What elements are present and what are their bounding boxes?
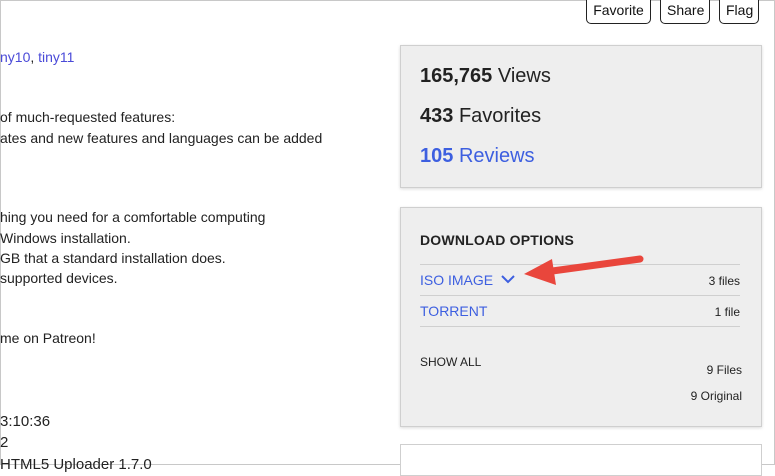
topic-links: ny10, tiny11 [0,49,74,65]
share-button[interactable]: Share [660,0,710,24]
topic-link[interactable]: tiny11 [38,49,74,65]
description-line: Windows installation. [0,230,131,246]
views-label: Views [497,65,551,87]
total-files-count: 9 Files [706,363,742,377]
iso-image-link[interactable]: ISO IMAGE [420,272,516,288]
description-line: ates and new features and languages can … [0,130,323,146]
file-count: 3 files [708,274,740,288]
next-panel-edge [400,444,762,476]
description-line: GB that a standard installation does. [0,250,226,266]
description-line: hing you need for a comfortable computin… [0,209,266,225]
download-row-iso[interactable]: ISO IMAGE 3 files [420,264,740,295]
reviews-link[interactable]: 105 Reviews [420,145,535,168]
topic-link-separator: , [30,49,39,65]
show-all-link[interactable]: SHOW ALL [420,355,481,369]
file-count: 1 file [714,305,740,319]
chevron-down-icon[interactable] [500,273,516,285]
original-files-count: 9 Original [690,389,742,403]
views-stat: 165,765 Views [420,65,551,88]
stats-panel: 165,765 Views 433 Favorites 105 Reviews [400,45,762,188]
favorites-label: Favorites [458,105,542,127]
download-options-panel: DOWNLOAD OPTIONS ISO IMAGE 3 files TORRE… [400,207,762,427]
metadata-value: 2 [0,434,9,451]
download-options-title: DOWNLOAD OPTIONS [420,232,575,248]
favorites-stat: 433 Favorites [420,105,541,128]
description-line: of much-requested features: [0,109,176,125]
flag-button[interactable]: Flag [719,0,759,24]
favorites-count: 433 [420,105,454,127]
metadata-value: 3:10:36 [0,413,51,430]
download-option-label: ISO IMAGE [420,272,494,288]
description-line: supported devices. [0,270,118,286]
torrent-link[interactable]: TORRENT [420,303,487,319]
reviews-count: 105 [420,145,454,167]
reviews-label: Reviews [458,145,535,167]
topic-link[interactable]: ny10 [0,49,30,65]
download-row-torrent[interactable]: TORRENT 1 file [420,295,740,327]
favorite-button[interactable]: Favorite [586,0,651,24]
description-line: me on Patreon! [0,330,96,346]
views-count: 165,765 [420,65,493,87]
